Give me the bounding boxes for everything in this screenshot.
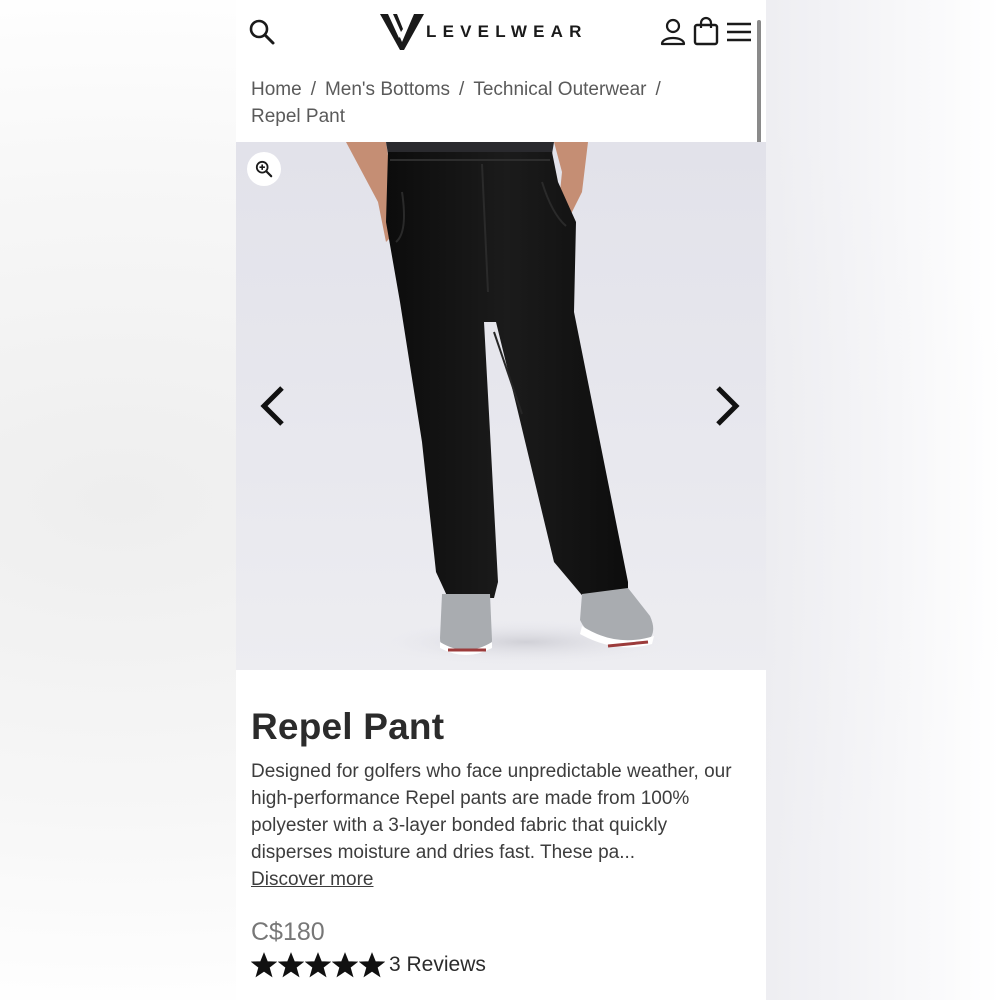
account-icon[interactable] [660, 18, 686, 46]
product-title: Repel Pant [251, 706, 445, 747]
star-icon [332, 952, 358, 978]
star-icon [251, 952, 277, 978]
brand-logo[interactable]: LEVELWEAR [380, 12, 588, 52]
star-icon [278, 952, 304, 978]
breadcrumb-technical-outerwear[interactable]: Technical Outerwear [473, 79, 646, 100]
chevron-right-icon[interactable] [712, 384, 742, 428]
breadcrumb-separator: / [459, 79, 465, 100]
breadcrumb-current: Repel Pant [251, 106, 346, 127]
star-icon [359, 952, 385, 978]
site-header: LEVELWEAR [236, 0, 766, 62]
search-icon[interactable] [248, 18, 276, 46]
levelwear-logo-mark-icon [380, 14, 424, 50]
product-description: Designed for golfers who face unpredicta… [251, 761, 732, 863]
discover-more-link[interactable]: Discover more [251, 866, 373, 893]
breadcrumb-home[interactable]: Home [251, 79, 302, 100]
product-rating[interactable]: 3 Reviews [251, 952, 486, 978]
breadcrumb-separator: / [310, 79, 316, 100]
product-image-gallery[interactable] [236, 142, 766, 670]
breadcrumb-separator: / [655, 79, 661, 100]
star-icon [305, 952, 331, 978]
shopping-bag-icon[interactable] [693, 16, 719, 46]
breadcrumb: Home / Men's Bottoms / Technical Outerwear / R… [251, 76, 721, 130]
breadcrumb-mens-bottoms[interactable]: Men's Bottoms [325, 79, 450, 100]
menu-icon[interactable] [726, 20, 752, 44]
zoom-in-icon[interactable] [247, 152, 281, 186]
mobile-page: LEVELWEAR Home / Men's Bottoms / Technical O… [236, 0, 766, 1000]
product-price: C$180 [251, 918, 325, 946]
reviews-link[interactable]: 3 Reviews [389, 953, 486, 977]
chevron-left-icon[interactable] [258, 384, 288, 428]
product-photo [346, 142, 676, 664]
brand-name: LEVELWEAR [426, 22, 588, 41]
star-rating [251, 952, 386, 978]
